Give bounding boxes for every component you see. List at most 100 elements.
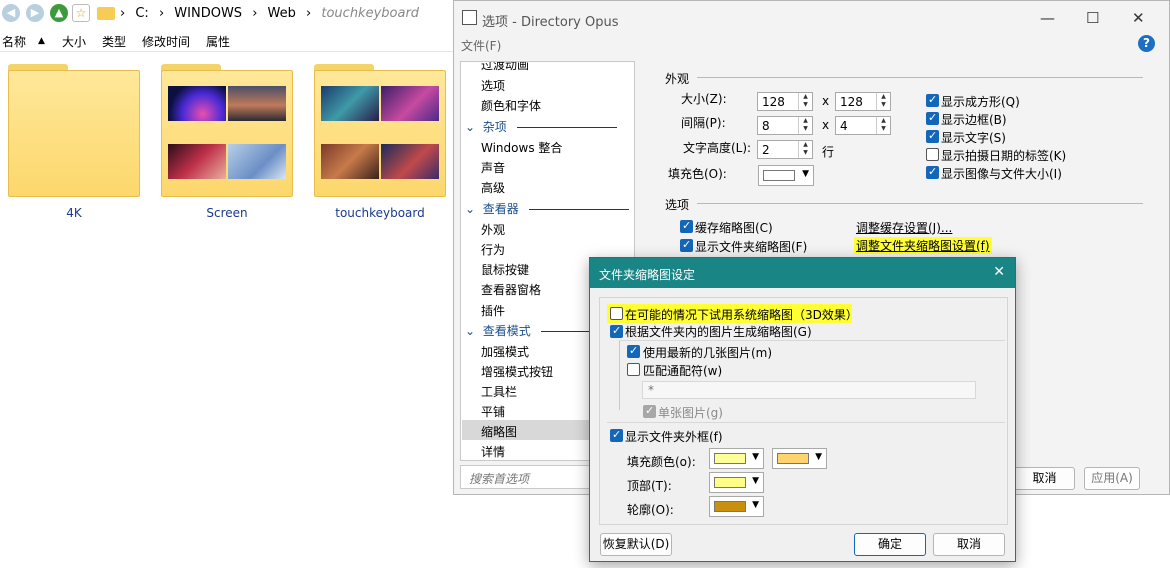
- dialog-title-bar[interactable]: 文件夹缩略图设定 ✕: [590, 258, 1015, 288]
- chevron-down-icon: ⌄: [465, 202, 476, 216]
- tree-item[interactable]: 加强模式: [481, 343, 529, 360]
- menu-file[interactable]: 文件(F): [461, 37, 501, 54]
- gap-height-spinner[interactable]: 4 ▲ ▼: [835, 116, 891, 135]
- folder-thumbnail-screen[interactable]: [161, 64, 293, 198]
- folder-label[interactable]: Screen: [161, 206, 293, 220]
- options-heading: 选项: [665, 198, 690, 212]
- search-placeholder: 搜索首选项: [469, 472, 530, 486]
- close-icon[interactable]: ✕: [1132, 9, 1145, 27]
- fill-color-dropdown[interactable]: ▼: [758, 165, 814, 186]
- tree-item[interactable]: 平铺: [481, 403, 505, 420]
- breadcrumb-item-current[interactable]: touchkeyboard: [321, 6, 419, 21]
- breadcrumb-item[interactable]: WINDOWS: [174, 6, 242, 21]
- folder-label[interactable]: touchkeyboard: [314, 206, 446, 220]
- column-header: 名称 ▲ 大小 类型 修改时间 属性: [0, 30, 456, 52]
- maximize-icon[interactable]: ☐: [1086, 9, 1099, 27]
- tree-item[interactable]: 行为: [481, 241, 505, 258]
- column-name[interactable]: 名称: [2, 33, 26, 50]
- system-thumbnail-label: 在可能的情况下试用系统缩略图（3D效果）: [625, 308, 858, 322]
- tree-item[interactable]: 鼠标按键: [481, 261, 529, 278]
- tree-item[interactable]: Windows 整合: [481, 139, 562, 156]
- image-size-checkbox[interactable]: [926, 165, 939, 179]
- color-swatch: [714, 501, 746, 512]
- wildcard-checkbox[interactable]: [627, 363, 640, 376]
- size-height-spinner[interactable]: 128 ▲ ▼: [835, 92, 891, 111]
- tree-item[interactable]: 声音: [481, 159, 505, 176]
- wallpaper-thumb: [228, 86, 286, 121]
- tree-item[interactable]: 增强模式按钮: [481, 363, 553, 380]
- options-cancel-button[interactable]: 取消: [1014, 467, 1075, 490]
- tree-group[interactable]: ⌄ 杂项: [465, 118, 617, 135]
- tree-group[interactable]: ⌄ 查看器: [465, 200, 629, 217]
- wildcard-input[interactable]: *: [642, 381, 976, 399]
- options-apply-button[interactable]: 应用(A): [1084, 467, 1140, 490]
- tree-item[interactable]: 详情: [481, 443, 505, 460]
- fill-color-2-dropdown[interactable]: ▼: [772, 448, 827, 469]
- breadcrumb[interactable]: › C: › WINDOWS › Web › touchkeyboard: [120, 6, 425, 21]
- system-thumbnail-checkbox[interactable]: [610, 307, 623, 320]
- forward-icon[interactable]: ▶: [26, 4, 44, 22]
- tree-item[interactable]: 过渡动画: [481, 62, 529, 73]
- close-icon[interactable]: ✕: [993, 264, 1005, 280]
- chevron-down-icon: ▼: [815, 452, 822, 462]
- tree-item-selected[interactable]: 缩略图: [481, 423, 517, 440]
- folder-thumbnail-touchkeyboard[interactable]: [314, 64, 446, 198]
- dialog-cancel-button[interactable]: 取消: [933, 533, 1005, 556]
- gap-label: 间隔(P):: [681, 116, 726, 130]
- top-color-dropdown[interactable]: ▼: [709, 472, 764, 493]
- cache-thumbnails-checkbox[interactable]: [680, 219, 693, 233]
- help-icon[interactable]: ?: [1138, 35, 1155, 52]
- tree-item[interactable]: 高级: [481, 179, 505, 196]
- ok-button[interactable]: 确定: [854, 533, 926, 556]
- column-modified[interactable]: 修改时间: [142, 33, 190, 50]
- chevron-down-icon: ⌄: [465, 324, 476, 338]
- tree-item[interactable]: 选项: [481, 77, 505, 94]
- size-width-spinner[interactable]: 128 ▲ ▼: [757, 92, 813, 111]
- menu-bar: 文件(F): [454, 35, 1169, 55]
- single-image-checkbox[interactable]: [643, 404, 656, 418]
- folder-thumbnails-checkbox[interactable]: [680, 238, 693, 252]
- text-checkbox[interactable]: [926, 129, 939, 143]
- spinner-arrows-icon[interactable]: ▲ ▼: [798, 117, 812, 134]
- tree-item[interactable]: 外观: [481, 221, 505, 238]
- color-swatch: [714, 477, 746, 488]
- border-checkbox[interactable]: [926, 111, 939, 125]
- cache-settings-link[interactable]: 调整缓存设置(J)...: [856, 219, 952, 236]
- fill-color-label: 填充色(O):: [668, 167, 727, 181]
- tree-item[interactable]: 查看器窗格: [481, 281, 541, 298]
- options-title: 选项 - Directory Opus: [482, 15, 619, 30]
- gap-width-spinner[interactable]: 8 ▲ ▼: [757, 116, 813, 135]
- back-icon[interactable]: ◀: [2, 4, 20, 22]
- date-label-checkbox[interactable]: [926, 148, 939, 161]
- show-folder-frame-checkbox[interactable]: [610, 428, 623, 442]
- column-attributes[interactable]: 属性: [206, 33, 230, 50]
- chevron-down-icon: ▼: [752, 476, 759, 486]
- text-height-spinner[interactable]: 2 ▲ ▼: [757, 140, 813, 159]
- spinner-arrows-icon[interactable]: ▲ ▼: [798, 141, 812, 158]
- tree-item[interactable]: 颜色和字体: [481, 97, 541, 114]
- outline-color-dropdown[interactable]: ▼: [709, 496, 764, 517]
- options-title-bar[interactable]: 选项 - Directory Opus — ☐ ✕: [454, 1, 1169, 35]
- spinner-arrows-icon[interactable]: ▲ ▼: [798, 93, 812, 110]
- spinner-arrows-icon[interactable]: ▲ ▼: [876, 117, 890, 134]
- tree-item[interactable]: 工具栏: [481, 383, 517, 400]
- breadcrumb-item[interactable]: Web: [268, 6, 296, 21]
- generate-thumbnail-checkbox[interactable]: [610, 324, 623, 338]
- folder-label[interactable]: 4K: [8, 206, 140, 220]
- tree-item[interactable]: 插件: [481, 302, 505, 319]
- folder-thumbnail-settings-link[interactable]: 调整文件夹缩略图设置(f): [854, 237, 992, 254]
- wallpaper-thumb: [168, 86, 226, 121]
- column-type[interactable]: 类型: [102, 33, 126, 50]
- spinner-arrows-icon[interactable]: ▲ ▼: [876, 93, 890, 110]
- minimize-icon[interactable]: —: [1040, 9, 1055, 27]
- folder-thumbnail-4k[interactable]: [8, 64, 140, 198]
- fill-color-1-dropdown[interactable]: ▼: [709, 448, 764, 469]
- square-checkbox[interactable]: [926, 93, 939, 107]
- favorites-star-icon[interactable]: ☆: [72, 4, 90, 22]
- column-size[interactable]: 大小: [62, 33, 86, 50]
- restore-defaults-button[interactable]: 恢复默认(D): [600, 533, 672, 556]
- size-label: 大小(Z):: [681, 92, 727, 106]
- breadcrumb-item[interactable]: C:: [135, 6, 148, 21]
- up-icon[interactable]: ▲: [50, 4, 68, 22]
- latest-images-checkbox[interactable]: [627, 344, 640, 358]
